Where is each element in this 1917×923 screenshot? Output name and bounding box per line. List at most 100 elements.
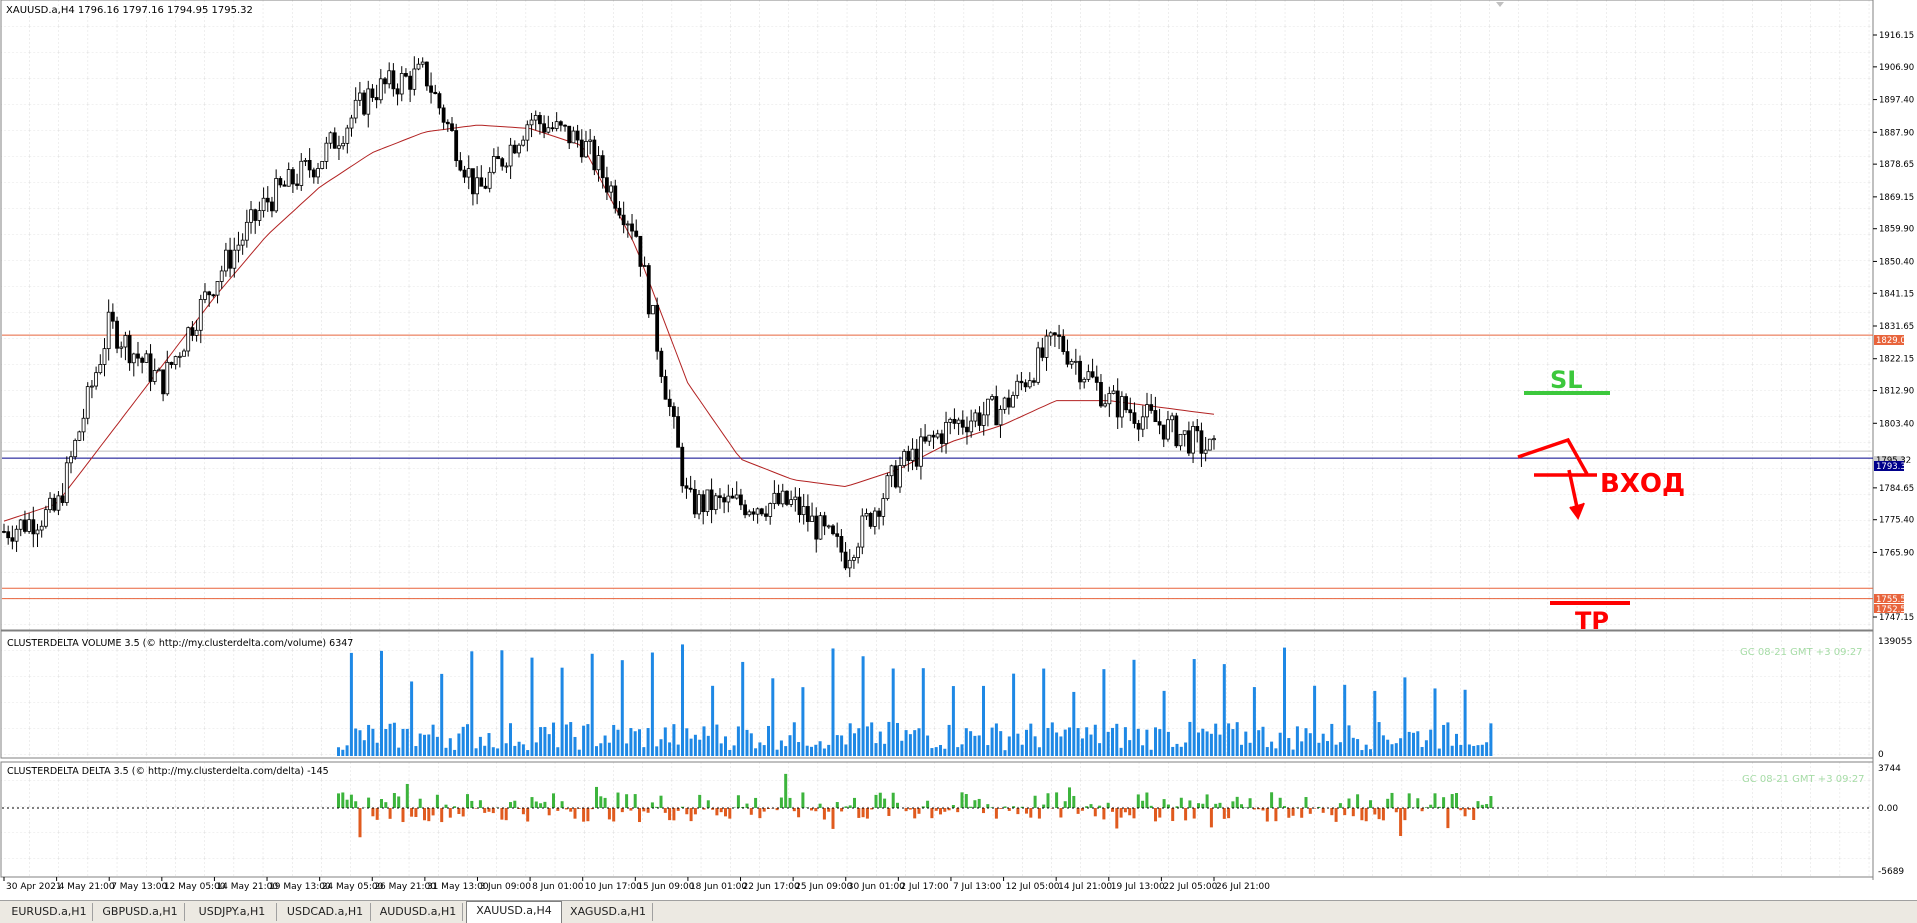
tab-xagusd[interactable]: XAGUSD.a,H1 bbox=[564, 903, 653, 921]
volume-bar bbox=[1434, 688, 1437, 756]
volume-bar bbox=[965, 728, 968, 756]
candle-body bbox=[852, 558, 855, 561]
volume-bar bbox=[1266, 747, 1269, 756]
delta-bar-positive bbox=[1434, 793, 1437, 808]
candle-body bbox=[836, 534, 839, 537]
delta-bar-positive bbox=[1072, 796, 1075, 808]
volume-bar bbox=[608, 743, 611, 756]
delta-bar-positive bbox=[1391, 793, 1394, 808]
volume-bar bbox=[1133, 660, 1136, 756]
volume-bar bbox=[539, 727, 542, 756]
candle-body bbox=[19, 520, 22, 529]
volume-bar bbox=[1098, 743, 1101, 756]
delta-bar-positive bbox=[883, 799, 886, 808]
volume-bar bbox=[875, 743, 878, 756]
candle-body bbox=[371, 89, 374, 98]
delta-bar-negative bbox=[1171, 808, 1174, 821]
time-tick-label: 8 Jun 01:00 bbox=[532, 882, 584, 892]
candle-body bbox=[974, 413, 977, 421]
tab-gbpusd[interactable]: GBPUSD.a,H1 bbox=[96, 903, 185, 921]
candle-body bbox=[568, 126, 571, 143]
candle-body bbox=[1208, 439, 1211, 450]
candle-body bbox=[1129, 410, 1132, 413]
candle-body bbox=[1104, 404, 1107, 406]
delta-bar-positive bbox=[393, 793, 396, 808]
volume-bar bbox=[1055, 732, 1058, 756]
candle-body bbox=[36, 530, 39, 534]
tab-eurusd[interactable]: EURUSD.a,H1 bbox=[6, 903, 93, 921]
delta-panel-frame bbox=[1, 762, 1873, 877]
volume-bar bbox=[1485, 742, 1488, 756]
candle-body bbox=[241, 240, 244, 245]
delta-bar-positive bbox=[879, 793, 882, 808]
volume-bar bbox=[763, 745, 766, 756]
candle-body bbox=[1041, 348, 1044, 358]
candle-body bbox=[765, 514, 768, 517]
volume-bar bbox=[604, 736, 607, 756]
delta-bar-negative bbox=[1133, 808, 1136, 818]
candle-body bbox=[815, 516, 818, 539]
candle-body bbox=[275, 178, 278, 210]
candle-body bbox=[651, 305, 654, 313]
candle-body bbox=[915, 449, 918, 466]
tab-usdjpy[interactable]: USDJPY.a,H1 bbox=[188, 903, 277, 921]
candle-body bbox=[861, 516, 864, 547]
tab-usdcad[interactable]: USDCAD.a,H1 bbox=[280, 903, 371, 921]
tab-xauusd-active[interactable]: XAUUSD.a,H4 bbox=[466, 901, 562, 923]
volume-bar bbox=[1249, 743, 1252, 756]
candle-body bbox=[660, 351, 663, 376]
delta-bar-negative bbox=[918, 808, 921, 814]
delta-bar-negative bbox=[1360, 808, 1363, 820]
delta-bar-negative bbox=[410, 808, 413, 817]
candle-body bbox=[258, 211, 261, 221]
volume-bar bbox=[1025, 730, 1028, 756]
chart-area[interactable]: 1916.151906.901897.401887.901878.651869.… bbox=[0, 0, 1917, 900]
volume-bar bbox=[1008, 736, 1011, 756]
volume-bar bbox=[1262, 727, 1265, 756]
delta-bar-negative bbox=[1120, 808, 1123, 818]
candle-body bbox=[325, 143, 328, 161]
volume-bar bbox=[1158, 729, 1161, 756]
volume-bar bbox=[1188, 722, 1191, 756]
volume-bar bbox=[1343, 685, 1346, 756]
candle-body bbox=[384, 79, 387, 84]
delta-bar-negative bbox=[887, 808, 890, 816]
tab-audusd[interactable]: AUDUSD.a,H1 bbox=[374, 903, 463, 921]
delta-bar-positive bbox=[1047, 793, 1050, 808]
candle-body bbox=[116, 321, 119, 348]
volume-bar bbox=[518, 742, 521, 756]
candle-body bbox=[639, 236, 642, 266]
volume-bar bbox=[1455, 734, 1458, 756]
delta-bar-positive bbox=[1042, 805, 1045, 808]
delta-bar-negative bbox=[763, 808, 766, 812]
delta-bar-negative bbox=[1446, 808, 1449, 828]
candle-body bbox=[136, 354, 139, 358]
volume-bar bbox=[784, 746, 787, 756]
candle-body bbox=[978, 413, 981, 426]
candle-body bbox=[752, 512, 755, 514]
delta-bar-positive bbox=[604, 798, 607, 808]
candle-body bbox=[413, 69, 416, 89]
delta-bar-negative bbox=[1472, 808, 1475, 820]
candle-body bbox=[467, 169, 470, 177]
time-tick-label: 30 Jun 01:00 bbox=[848, 882, 905, 892]
main-chart-frame bbox=[1, 0, 1873, 630]
candle-body bbox=[124, 335, 127, 347]
delta-bar-negative bbox=[608, 808, 611, 819]
candle-body bbox=[886, 476, 889, 499]
candle-body bbox=[404, 73, 407, 76]
candle-body bbox=[823, 516, 826, 526]
volume-bar bbox=[634, 731, 637, 756]
delta-bar-positive bbox=[1197, 803, 1200, 808]
volume-bar bbox=[1468, 744, 1471, 756]
delta-bar-positive bbox=[1167, 805, 1170, 808]
candle-body bbox=[471, 169, 474, 194]
volume-bar bbox=[1102, 669, 1105, 756]
time-tick-label: 12 Jul 05:00 bbox=[1006, 882, 1060, 892]
candle-body bbox=[819, 516, 822, 539]
candle-body bbox=[86, 387, 89, 419]
delta-bar-positive bbox=[1485, 804, 1488, 808]
volume-bar bbox=[724, 736, 727, 756]
time-tick-label: 14 Jul 21:00 bbox=[1058, 882, 1112, 892]
candle-body bbox=[748, 512, 751, 515]
